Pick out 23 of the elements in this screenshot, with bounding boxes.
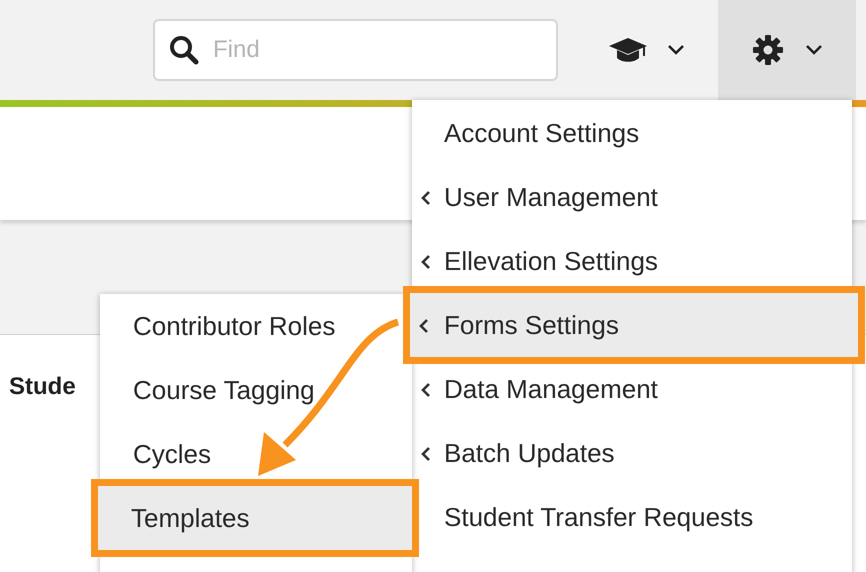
search-field[interactable]: Find (153, 19, 558, 81)
chevron-left-icon (421, 255, 431, 269)
menu-item[interactable]: User Management (412, 165, 852, 229)
menu-item[interactable]: Account Settings (412, 101, 852, 165)
chevron-left-icon (421, 383, 431, 397)
chevron-down-icon (668, 45, 684, 55)
menu-item[interactable]: Ellevation Settings (412, 229, 852, 293)
submenu-item[interactable]: Contributor Roles (100, 294, 412, 358)
section-label: Stude (9, 373, 76, 400)
chevron-left-icon (421, 447, 431, 461)
submenu-item[interactable]: Templates (98, 486, 412, 550)
graduation-cap-icon (608, 37, 648, 63)
submenu-item[interactable]: Cycles (100, 422, 412, 486)
menu-item[interactable]: Student Transfer Requests (412, 485, 852, 549)
chevron-down-icon (806, 45, 822, 55)
menu-item[interactable]: Batch Updates (412, 421, 852, 485)
menu-item[interactable]: Data Management (412, 357, 852, 421)
menu-item[interactable]: Forms Settings (410, 293, 858, 357)
chevron-left-icon (421, 191, 431, 205)
settings-menu-button[interactable] (718, 0, 856, 100)
submenu-item[interactable]: Course Tagging (100, 358, 412, 422)
chevron-left-icon (419, 319, 429, 333)
settings-icon (752, 34, 784, 66)
